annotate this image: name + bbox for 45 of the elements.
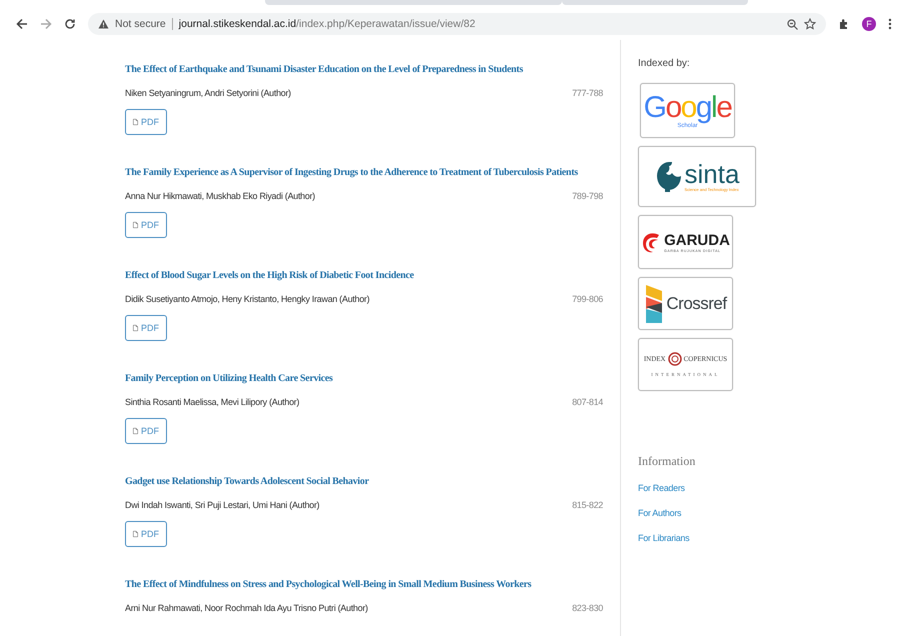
article-title-link[interactable]: Family Perception on Utilizing Health Care Services <box>125 373 603 384</box>
page-range: 789-798 <box>572 191 603 201</box>
article-authors: Niken Setyaningrum, Andri Setyorini (Author) <box>125 88 291 98</box>
pdf-button[interactable]: PDF <box>125 418 167 444</box>
star-icon[interactable] <box>804 18 816 30</box>
article-title-link[interactable]: Gadget use Relationship Towards Adolescent Social Behavior <box>125 476 603 487</box>
pdf-button[interactable]: PDF <box>125 315 167 341</box>
pdf-button[interactable]: PDF <box>125 521 167 547</box>
sidebar-link[interactable]: For Authors <box>638 508 898 518</box>
article-title-link[interactable]: The Effect of Earthquake and Tsunami Disaster Education on the Level of Preparedness in Students <box>125 64 603 75</box>
document-icon <box>133 426 138 436</box>
page-range: 807-814 <box>572 397 603 407</box>
page-range: 799-806 <box>572 294 603 304</box>
article-authors: Didik Susetiyanto Atmojo, Heny Kristanto, Hengky Irawan (Author) <box>125 294 370 304</box>
document-icon <box>133 323 138 333</box>
pdf-button[interactable]: PDF <box>125 212 167 238</box>
document-icon <box>133 529 138 539</box>
article-title-link[interactable]: Effect of Blood Sugar Levels on the High Risk of Diabetic Foot Incidence <box>125 270 603 281</box>
document-icon <box>133 117 138 127</box>
page-range: 777-788 <box>572 88 603 98</box>
menu-icon[interactable] <box>888 18 892 30</box>
zoom-icon[interactable] <box>787 18 798 30</box>
article-title-link[interactable]: The Effect of Mindfulness on Stress and Psychological Well-Being in Small Medium Business Workers <box>125 579 603 590</box>
pdf-button[interactable]: PDF <box>125 109 167 135</box>
article-title-link[interactable]: The Family Experience as A Supervisor of Ingesting Drugs to the Adherence to Treatment of Tuberculosis Patients <box>125 167 603 178</box>
security-label[interactable]: Not secure <box>115 18 166 30</box>
url-text[interactable]: journal.stikeskendal.ac.id/index.php/Keperawatan/issue/view/82 <box>178 18 476 30</box>
sidebar-link[interactable]: For Librarians <box>638 533 898 543</box>
article-authors: Sinthia Rosanti Maelissa, Mevi Lilipory (Author) <box>125 397 300 407</box>
article-authors: Arni Nur Rahmawati, Noor Rochmah Ida Ayu Trisno Putri (Author) <box>125 603 368 613</box>
back-arrow-icon[interactable] <box>16 18 28 30</box>
article-authors: Anna Nur Hikmawati, Muskhab Eko Riyadi (Author) <box>125 191 315 201</box>
reload-icon[interactable] <box>64 18 76 30</box>
page-range: 815-822 <box>572 500 603 510</box>
page-range: 823-830 <box>572 603 603 613</box>
sidebar-link[interactable]: For Readers <box>638 483 898 493</box>
crossref-logo[interactable]: Crossref <box>638 277 733 330</box>
indexed-by-heading: Indexed by: <box>638 58 691 69</box>
article-authors: Dwi Indah Iswanti, Sri Puji Lestari, Umi Hani (Author) <box>125 500 320 510</box>
puzzle-icon[interactable] <box>838 18 850 30</box>
document-icon <box>133 220 138 230</box>
address-bar[interactable]: Not secure journal.stikeskendal.ac.id/index.php/Keperawatan/issue/view/82 <box>88 13 826 35</box>
profile-avatar[interactable]: F <box>862 17 876 31</box>
information-heading: Information <box>638 454 696 469</box>
warning-icon[interactable] <box>98 19 109 29</box>
